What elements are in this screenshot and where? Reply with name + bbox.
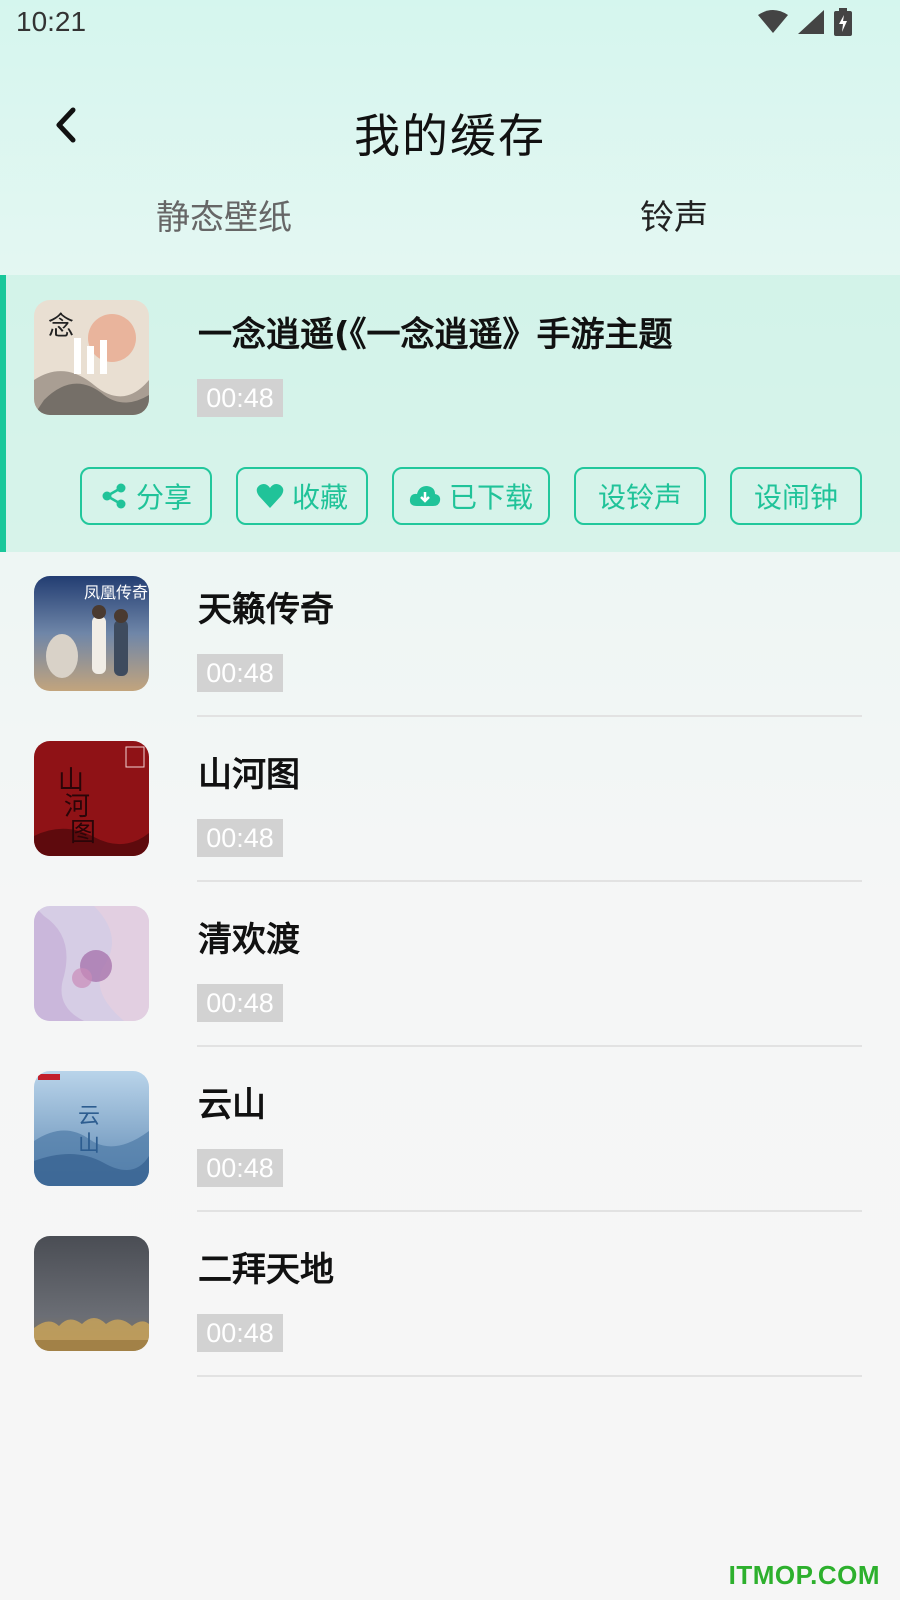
svg-text:凤凰传奇: 凤凰传奇	[84, 583, 148, 602]
set-ringtone-label: 设铃声	[597, 481, 682, 514]
divider	[197, 1375, 862, 1377]
set-alarm-button[interactable]: 设闹钟	[730, 467, 862, 525]
set-alarm-label: 设闹钟	[753, 481, 838, 514]
cover-image: 凤凰传奇	[34, 576, 149, 691]
song-title: 天籁传奇	[198, 590, 334, 630]
share-icon	[102, 483, 126, 509]
cover-image	[34, 906, 149, 1021]
song-title: 清欢渡	[198, 920, 300, 960]
list-item[interactable]: 山 河 图 山河图 00:48	[0, 717, 900, 882]
svg-text:山: 山	[78, 1132, 100, 1157]
cover-image	[34, 1236, 149, 1351]
status-icons	[758, 8, 852, 36]
battery-icon	[834, 8, 852, 36]
active-indicator	[0, 275, 6, 552]
downloaded-button[interactable]: 已下载	[392, 467, 550, 525]
song-title: 二拜天地	[198, 1250, 334, 1290]
share-label: 分享	[135, 481, 192, 514]
favorite-button[interactable]: 收藏	[236, 467, 368, 525]
header: 我的缓存	[0, 60, 900, 200]
svg-text:念: 念	[48, 312, 74, 342]
list-item[interactable]: 清欢渡 00:48	[0, 882, 900, 1047]
song-title: 一念逍遥(《一念逍遥》手游主题	[198, 315, 673, 355]
watermark: ITMOP.COM	[728, 1560, 880, 1590]
duration-badge: 00:48	[197, 1314, 283, 1352]
list-item[interactable]: 凤凰传奇 天籁传奇 00:48	[0, 552, 900, 717]
list-item-active[interactable]: 念 一念逍遥(《一念逍遥》手游主题 00:48 分享 收藏 已下载 设铃声 设闹…	[0, 275, 900, 552]
status-time: 10:21	[16, 6, 87, 37]
duration-badge: 00:48	[197, 984, 283, 1022]
downloaded-label: 已下载	[448, 481, 533, 514]
signal-icon	[798, 10, 824, 34]
song-title: 云山	[198, 1085, 266, 1125]
cover-image: 山 河 图	[34, 741, 149, 856]
action-bar: 分享 收藏 已下载 设铃声 设闹钟	[80, 467, 862, 525]
share-button[interactable]: 分享	[80, 467, 212, 525]
status-bar: 10:21	[0, 0, 900, 50]
cover-image: 云 山	[34, 1071, 149, 1186]
svg-text:图: 图	[70, 818, 96, 848]
tab-static-wallpaper[interactable]: 静态壁纸	[156, 190, 292, 239]
favorite-label: 收藏	[291, 481, 348, 514]
duration-badge: 00:48	[197, 1149, 283, 1187]
list-item[interactable]: 云 山 云山 00:48	[0, 1047, 900, 1212]
duration-badge: 00:48	[197, 379, 283, 417]
wifi-icon	[758, 10, 788, 34]
cloud-download-icon	[409, 486, 441, 506]
duration-badge: 00:48	[197, 654, 283, 692]
tab-bar: 静态壁纸 铃声	[0, 190, 900, 250]
duration-badge: 00:48	[197, 819, 283, 857]
cover-image: 念	[34, 300, 149, 415]
heart-icon	[256, 484, 284, 508]
page-title: 我的缓存	[354, 109, 546, 163]
svg-text:云: 云	[78, 1104, 100, 1129]
song-title: 山河图	[198, 755, 300, 795]
tab-ringtone[interactable]: 铃声	[640, 190, 708, 239]
list-item[interactable]: 二拜天地 00:48	[0, 1212, 900, 1377]
set-ringtone-button[interactable]: 设铃声	[574, 467, 706, 525]
